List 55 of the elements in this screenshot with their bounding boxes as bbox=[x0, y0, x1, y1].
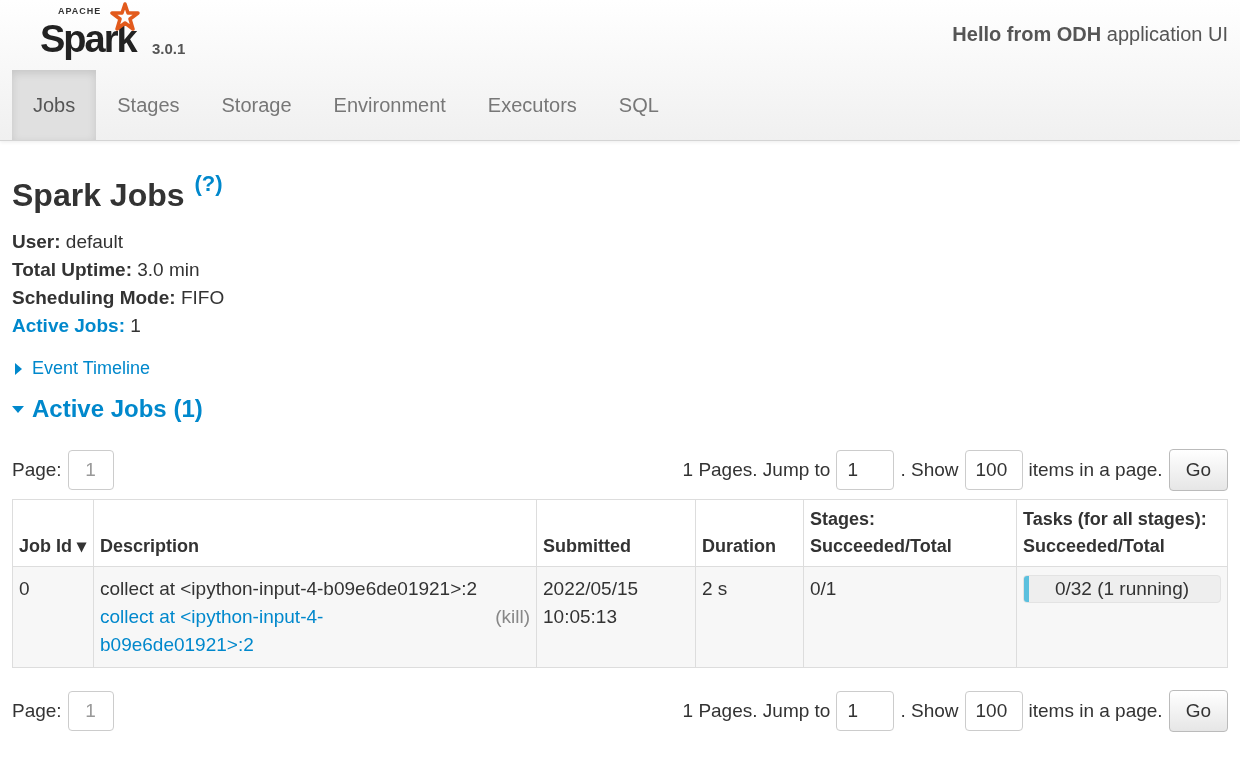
page-field[interactable]: 1 bbox=[67, 691, 114, 731]
page-label: Page: bbox=[12, 700, 62, 722]
table-cell: 2 s bbox=[695, 566, 804, 668]
nav-tab[interactable]: Jobs bbox=[12, 70, 97, 140]
logo-text: Spark bbox=[40, 20, 136, 58]
summary-label[interactable]: Active Jobs: bbox=[12, 315, 125, 336]
show-label: . Show bbox=[900, 700, 959, 722]
column-header[interactable]: Tasks (for all stages): Succeeded/Total bbox=[1016, 499, 1228, 567]
caret-down-icon bbox=[12, 403, 24, 415]
column-header[interactable]: Stages: Succeeded/Total bbox=[803, 499, 1017, 567]
summary-label: Scheduling Mode: bbox=[12, 287, 176, 308]
summary-value: 3.0 min bbox=[137, 259, 200, 280]
table-cell: 2022/05/15 10:05:13 bbox=[536, 566, 696, 668]
page-field[interactable]: 1 bbox=[67, 450, 114, 490]
column-header[interactable]: Duration bbox=[695, 499, 804, 567]
nav-tab[interactable]: SQL bbox=[597, 70, 680, 140]
page-size-field[interactable]: 100 bbox=[964, 450, 1023, 490]
page-title: Spark Jobs bbox=[12, 177, 185, 214]
nav-tab[interactable]: Executors bbox=[466, 70, 598, 140]
column-header[interactable]: Job Id ▾ bbox=[12, 499, 94, 567]
progress-text: 0/32 (1 running) bbox=[1054, 577, 1190, 601]
caret-right-icon bbox=[12, 362, 24, 375]
event-timeline-toggle[interactable]: Event Timeline bbox=[12, 358, 1228, 379]
go-button[interactable]: Go bbox=[1168, 449, 1228, 491]
column-header[interactable]: Description bbox=[93, 499, 537, 567]
nav-tab[interactable]: Environment bbox=[312, 70, 467, 140]
jump-field[interactable]: 1 bbox=[836, 450, 895, 490]
summary-label: User: bbox=[12, 231, 61, 252]
kill-link[interactable]: (kill) bbox=[495, 603, 530, 659]
summary-value: default bbox=[65, 231, 123, 252]
summary-value: 1 bbox=[130, 315, 141, 336]
show-label: . Show bbox=[900, 459, 959, 481]
items-label: items in a page. bbox=[1028, 459, 1163, 481]
table-cell: 0 bbox=[12, 566, 94, 668]
greeting-text: Hello from ODH application UI bbox=[952, 23, 1228, 46]
logo-small-text: APACHE bbox=[58, 6, 102, 16]
page-label: Page: bbox=[12, 459, 62, 481]
job-link[interactable]: collect at <ipython-input-4-b09e6de01921>:2 bbox=[100, 603, 340, 659]
summary-value: FIFO bbox=[180, 287, 225, 308]
active-jobs-heading[interactable]: Active Jobs (1) bbox=[12, 395, 1228, 423]
pages-text: 1 Pages. Jump to bbox=[682, 459, 831, 481]
spark-logo[interactable]: APACHE Spark bbox=[40, 0, 148, 58]
version-text: 3.0.1 bbox=[152, 40, 186, 58]
jump-field[interactable]: 1 bbox=[836, 691, 895, 731]
items-label: items in a page. bbox=[1028, 700, 1163, 722]
page-size-field[interactable]: 100 bbox=[964, 691, 1023, 731]
summary-label: Total Uptime: bbox=[12, 259, 132, 280]
table-cell: 0/1 bbox=[803, 566, 1017, 668]
nav-tab[interactable]: Storage bbox=[200, 70, 313, 140]
job-description: collect at <ipython-input-4-b09e6de01921>:2 bbox=[100, 577, 479, 601]
pages-text: 1 Pages. Jump to bbox=[682, 700, 831, 722]
column-header[interactable]: Submitted bbox=[536, 499, 696, 567]
help-link[interactable]: (?) bbox=[194, 171, 223, 197]
nav-tab[interactable]: Stages bbox=[96, 70, 201, 140]
go-button[interactable]: Go bbox=[1168, 690, 1228, 732]
